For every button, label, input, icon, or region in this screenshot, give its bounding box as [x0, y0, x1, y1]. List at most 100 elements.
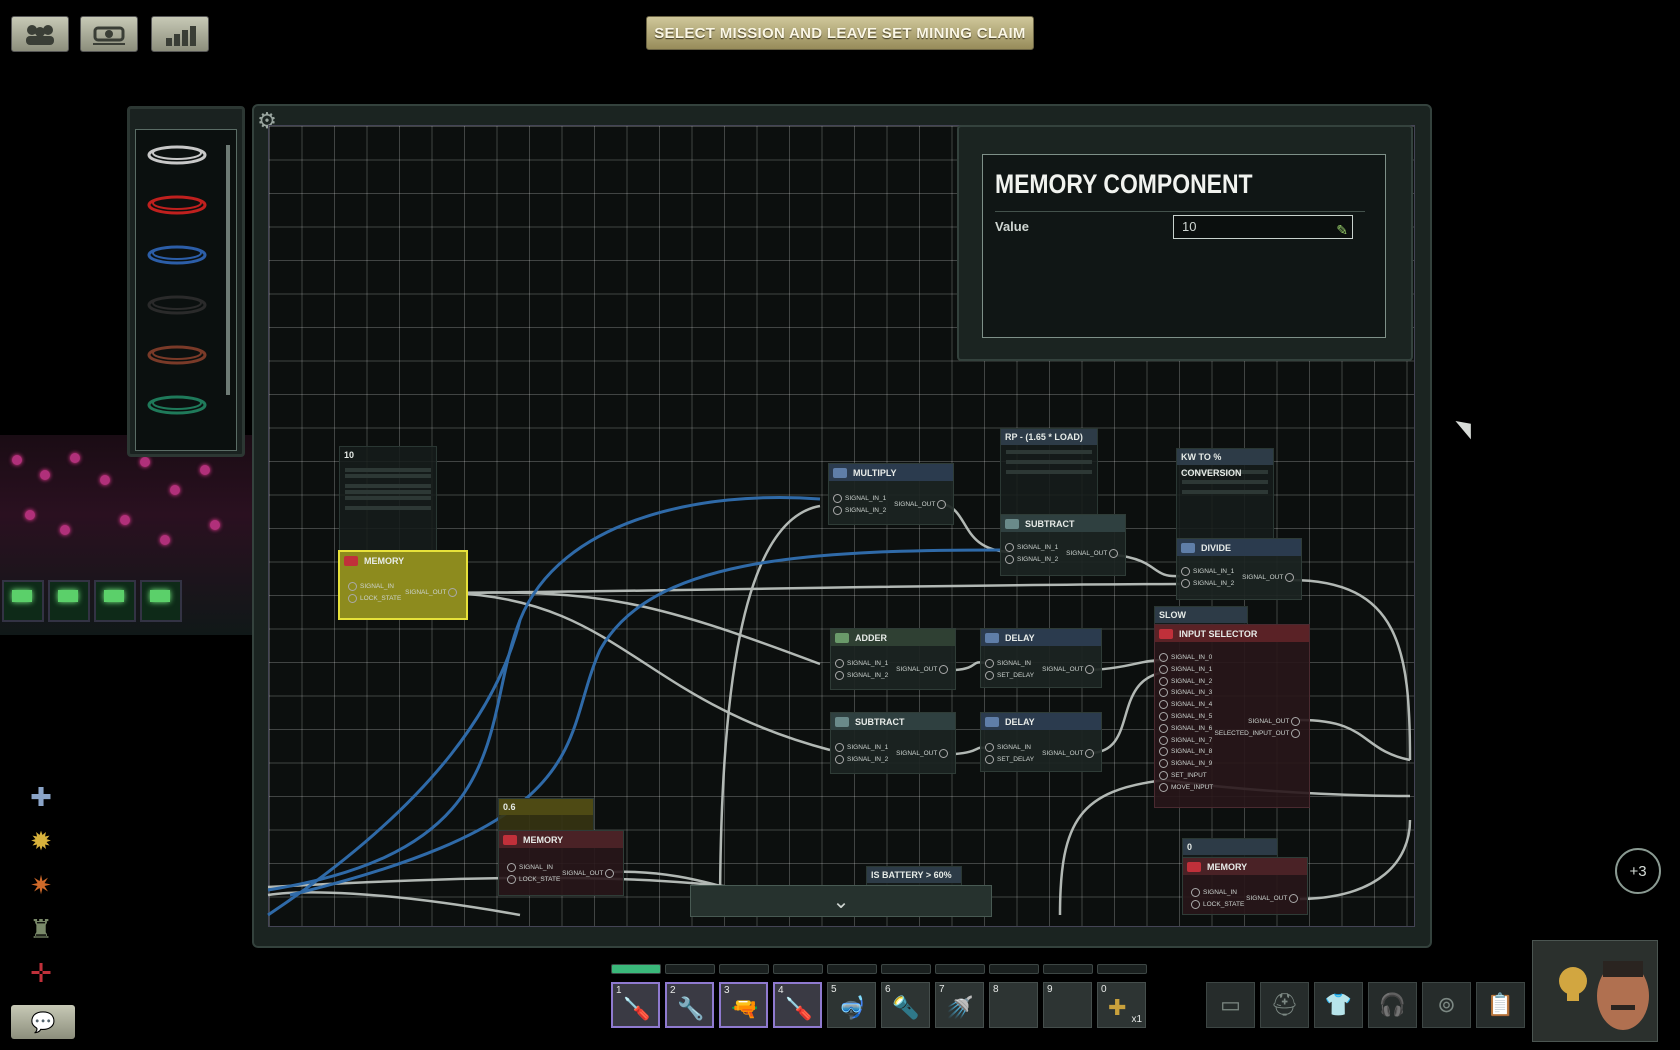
slot-number: 6 [885, 984, 891, 995]
watering-can-icon: 🚿 [946, 995, 974, 1020]
slot-number: 4 [778, 985, 784, 996]
hotbar-slot-4[interactable]: 4 🪛 [773, 982, 822, 1028]
slot-number: 3 [724, 985, 730, 996]
delay-node-1[interactable]: DELAY SIGNAL_IN SET_DELAY SIGNAL_OUT [980, 628, 1102, 688]
flashlight-icon: 🔦 [892, 995, 920, 1020]
character-portrait[interactable] [1532, 940, 1658, 1042]
slot-number: 5 [831, 984, 837, 995]
adder-node[interactable]: ADDER SIGNAL_IN_1 SIGNAL_IN_2 SIGNAL_OUT [830, 628, 956, 690]
label-node-kw-conversion[interactable]: KW TO % CONVERSION [1176, 448, 1274, 542]
slot-number: 7 [939, 984, 945, 995]
selector-input-port[interactable]: SIGNAL_IN_3 [1159, 688, 1212, 698]
hotbar-slot-indicator [935, 964, 985, 974]
hotbar-slot-5[interactable]: 5 🤿 [827, 982, 876, 1028]
value-input[interactable]: 10 ✎ [1173, 215, 1353, 239]
slot-number: 1 [616, 985, 622, 996]
chat-icon: 💬 [30, 1011, 56, 1034]
edit-pencil-icon[interactable]: ✎ [1336, 219, 1348, 241]
value-text: 10 [1182, 219, 1197, 234]
id-card-icon: ▭ [1220, 992, 1241, 1017]
headset-icon: 🎧 [1378, 992, 1407, 1017]
label-node-10[interactable]: 10 [339, 446, 437, 552]
value-label: Value [995, 219, 1029, 234]
medical-skill-icon[interactable]: ✚ [22, 778, 60, 816]
label-node-battery[interactable]: IS BATTERY > 60% [866, 866, 962, 886]
selector-input-port[interactable]: SIGNAL_IN_1 [1159, 664, 1212, 674]
selector-input-port[interactable]: MOVE_INPUT [1159, 782, 1213, 792]
multiply-node[interactable]: MULTIPLY SIGNAL_IN_1 SIGNAL_IN_2 SIGNAL_… [828, 463, 954, 525]
portrait-avatar [1559, 961, 1649, 1030]
label-node-slow[interactable]: SLOW IN-/DECREASE [1154, 606, 1248, 636]
selector-input-port[interactable]: SIGNAL_IN_9 [1159, 759, 1212, 769]
welding-tool-icon: 🔫 [731, 996, 759, 1021]
node-title: MEMORY [364, 555, 405, 566]
jacket-icon: 👕 [1324, 992, 1353, 1017]
hotbar-slot-9[interactable]: 9 [1043, 982, 1092, 1028]
label-node-title: 10 [344, 450, 355, 460]
subtract-node-2[interactable]: SUBTRACT SIGNAL_IN_1 SIGNAL_IN_2 SIGNAL_… [830, 712, 956, 774]
selector-input-port[interactable]: SIGNAL_IN_7 [1159, 735, 1212, 745]
label-node-rp[interactable]: RP - (1.65 * LOAD) [1000, 428, 1098, 518]
equipment-slot[interactable]: ▭ [1206, 982, 1255, 1028]
hotbar-slot-7[interactable]: 7 🚿 [935, 982, 984, 1028]
delay-node-2[interactable]: DELAY SIGNAL_IN SET_DELAY SIGNAL_OUT [980, 712, 1102, 772]
screwdriver-icon: 🪛 [785, 996, 813, 1021]
weapons-skill-icon[interactable]: ✷ [22, 866, 60, 904]
selector-input-port[interactable]: SIGNAL_IN_6 [1159, 723, 1212, 733]
selector-input-port[interactable]: SIGNAL_IN_8 [1159, 747, 1212, 757]
hotbar-slot-8[interactable]: 8 [989, 982, 1038, 1028]
selector-input-port[interactable]: SIGNAL_IN_4 [1159, 700, 1212, 710]
hotbar-slot-indicator [719, 964, 769, 974]
hotbar-slot-1[interactable]: 1 🪛 [611, 982, 660, 1028]
slot-number: 0 [1101, 984, 1107, 995]
memory-node-2[interactable]: MEMORY SIGNAL_IN LOCK_STATE SIGNAL_OUT [498, 830, 624, 896]
chat-button[interactable]: 💬 [11, 1005, 75, 1039]
memory-node-3[interactable]: MEMORY SIGNAL_IN LOCK_STATE SIGNAL_OUT [1182, 857, 1308, 915]
wrench-icon: 🔧 [677, 996, 705, 1021]
slot-number: 2 [670, 985, 676, 996]
equipment-slot[interactable]: 👕 [1314, 982, 1363, 1028]
extra-count-badge[interactable]: +3 [1615, 848, 1661, 894]
subtract-node-1[interactable]: SUBTRACT SIGNAL_IN_1 SIGNAL_IN_2 SIGNAL_… [1000, 514, 1126, 576]
hotbar-slot-indicator [827, 964, 877, 974]
divider [995, 211, 1365, 212]
diving-mask-icon: 🤿 [838, 995, 866, 1020]
medkit-icon: ✚ [1108, 995, 1127, 1020]
hotbar-slot-indicator [989, 964, 1039, 974]
goggles-icon: ⊚ [1437, 992, 1456, 1017]
hotbar-slot-6[interactable]: 6 🔦 [881, 982, 930, 1028]
hotbar-slot-indicator [1043, 964, 1093, 974]
slot-count: x1 [1131, 1014, 1142, 1025]
helm-skill-icon[interactable]: ✛ [22, 954, 60, 992]
selector-input-port[interactable]: SET_INPUT [1159, 771, 1207, 780]
hotbar-slot-indicator [611, 964, 661, 974]
equipment-slot[interactable]: ⊚ [1422, 982, 1471, 1028]
component-panel-content: MEMORY COMPONENT Value 10 ✎ [982, 154, 1386, 338]
input-selector-node[interactable]: INPUT SELECTOR SIGNAL_IN_0 SIGNAL_IN_1 SIG… [1154, 624, 1310, 808]
chevron-down-icon: ⌄ [832, 890, 850, 913]
hotbar-slot-3[interactable]: 3 🔫 [719, 982, 768, 1028]
equipment-slot[interactable]: 🎧 [1368, 982, 1417, 1028]
selector-input-port[interactable]: SIGNAL_IN_0 [1159, 653, 1212, 662]
slot-number: 9 [1047, 984, 1053, 995]
hotbar-slot-indicator [1097, 964, 1147, 974]
equipment-slot[interactable]: 📋 [1476, 982, 1525, 1028]
selector-input-port[interactable]: SIGNAL_IN_2 [1159, 676, 1212, 686]
label-node-0[interactable]: 0 [1182, 838, 1278, 858]
helmet-icon: ⛑ [1270, 992, 1299, 1017]
divide-node[interactable]: DIVIDE SIGNAL_IN_1 SIGNAL_IN_2 SIGNAL_OU… [1176, 538, 1302, 600]
mechanical-skill-icon[interactable]: ♜ [22, 910, 60, 948]
hotbar-slot-2[interactable]: 2 🔧 [665, 982, 714, 1028]
screwdriver-icon: 🪛 [623, 996, 651, 1021]
memory-node-selected[interactable]: MEMORY SIGNAL_IN LOCK_STATE SIGNAL_OUT [338, 550, 468, 620]
slot-number: 8 [993, 984, 999, 995]
collapse-panel-button[interactable]: ⌄ [690, 885, 992, 917]
label-node-0-6[interactable]: 0.6 [498, 798, 594, 832]
equipment-slot[interactable]: ⛑ [1260, 982, 1309, 1028]
hotbar-slot-0[interactable]: 0 ✚ x1 [1097, 982, 1146, 1028]
selector-input-port[interactable]: SIGNAL_IN_5 [1159, 712, 1212, 721]
electrical-skill-icon[interactable]: ✹ [22, 822, 60, 860]
hotbar-slot-indicator [665, 964, 715, 974]
component-title: MEMORY COMPONENT [995, 169, 1253, 199]
label-node-body [340, 463, 436, 515]
